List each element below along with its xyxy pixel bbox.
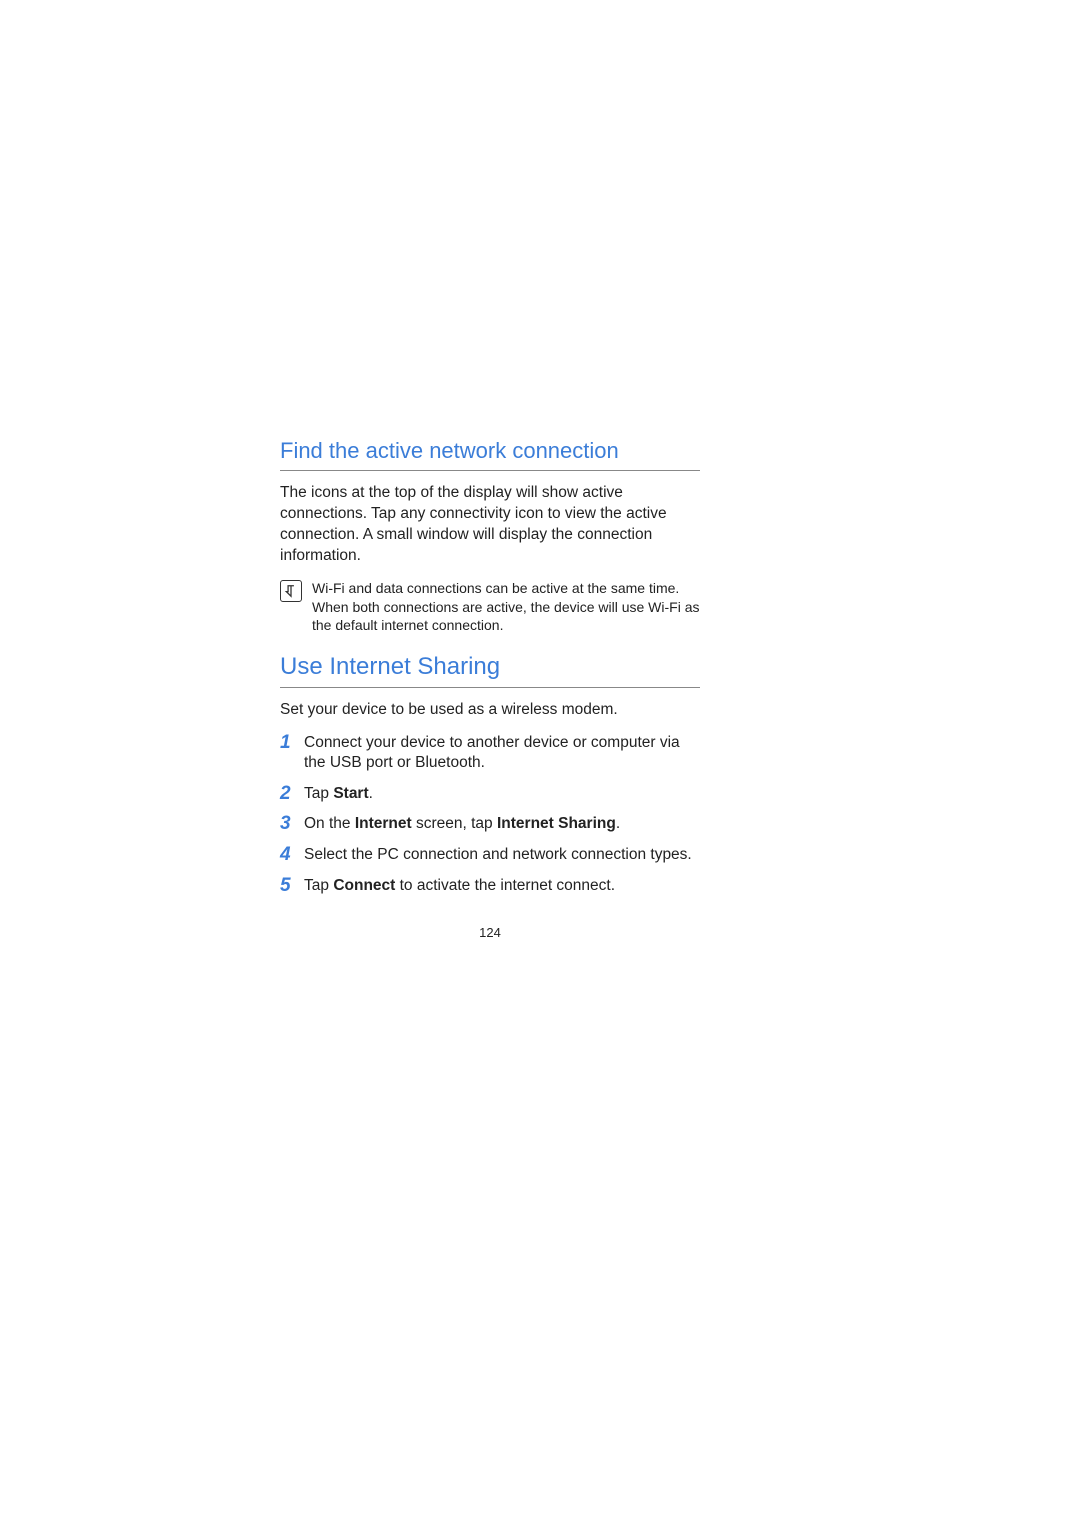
step-number: 5 [280,876,304,897]
step-number: 4 [280,845,304,866]
page-content: Find the active network connection The i… [280,438,700,940]
note-text: Wi-Fi and data connections can be active… [312,579,700,636]
step-list: 1 Connect your device to another device … [280,733,700,897]
body-text-internet-sharing: Set your device to be used as a wireless… [280,700,700,721]
body-text-find-connection: The icons at the top of the display will… [280,483,700,567]
page-number: 124 [280,925,700,940]
section-heading-internet-sharing: Use Internet Sharing [280,653,700,688]
note-block: Wi-Fi and data connections can be active… [280,579,700,636]
step-item: 4 Select the PC connection and network c… [280,845,700,866]
step-text: Tap Start. [304,784,373,804]
step-text: Select the PC connection and network con… [304,845,692,865]
step-number: 3 [280,814,304,835]
step-item: 3 On the Internet screen, tap Internet S… [280,814,700,835]
step-text: Connect your device to another device or… [304,733,700,773]
step-number: 2 [280,784,304,805]
step-item: 5 Tap Connect to activate the internet c… [280,876,700,897]
step-text: Tap Connect to activate the internet con… [304,876,615,896]
step-text: On the Internet screen, tap Internet Sha… [304,814,620,834]
step-number: 1 [280,733,304,754]
section-heading-find-connection: Find the active network connection [280,438,700,471]
step-item: 1 Connect your device to another device … [280,733,700,773]
note-icon [280,580,302,602]
step-item: 2 Tap Start. [280,784,700,805]
